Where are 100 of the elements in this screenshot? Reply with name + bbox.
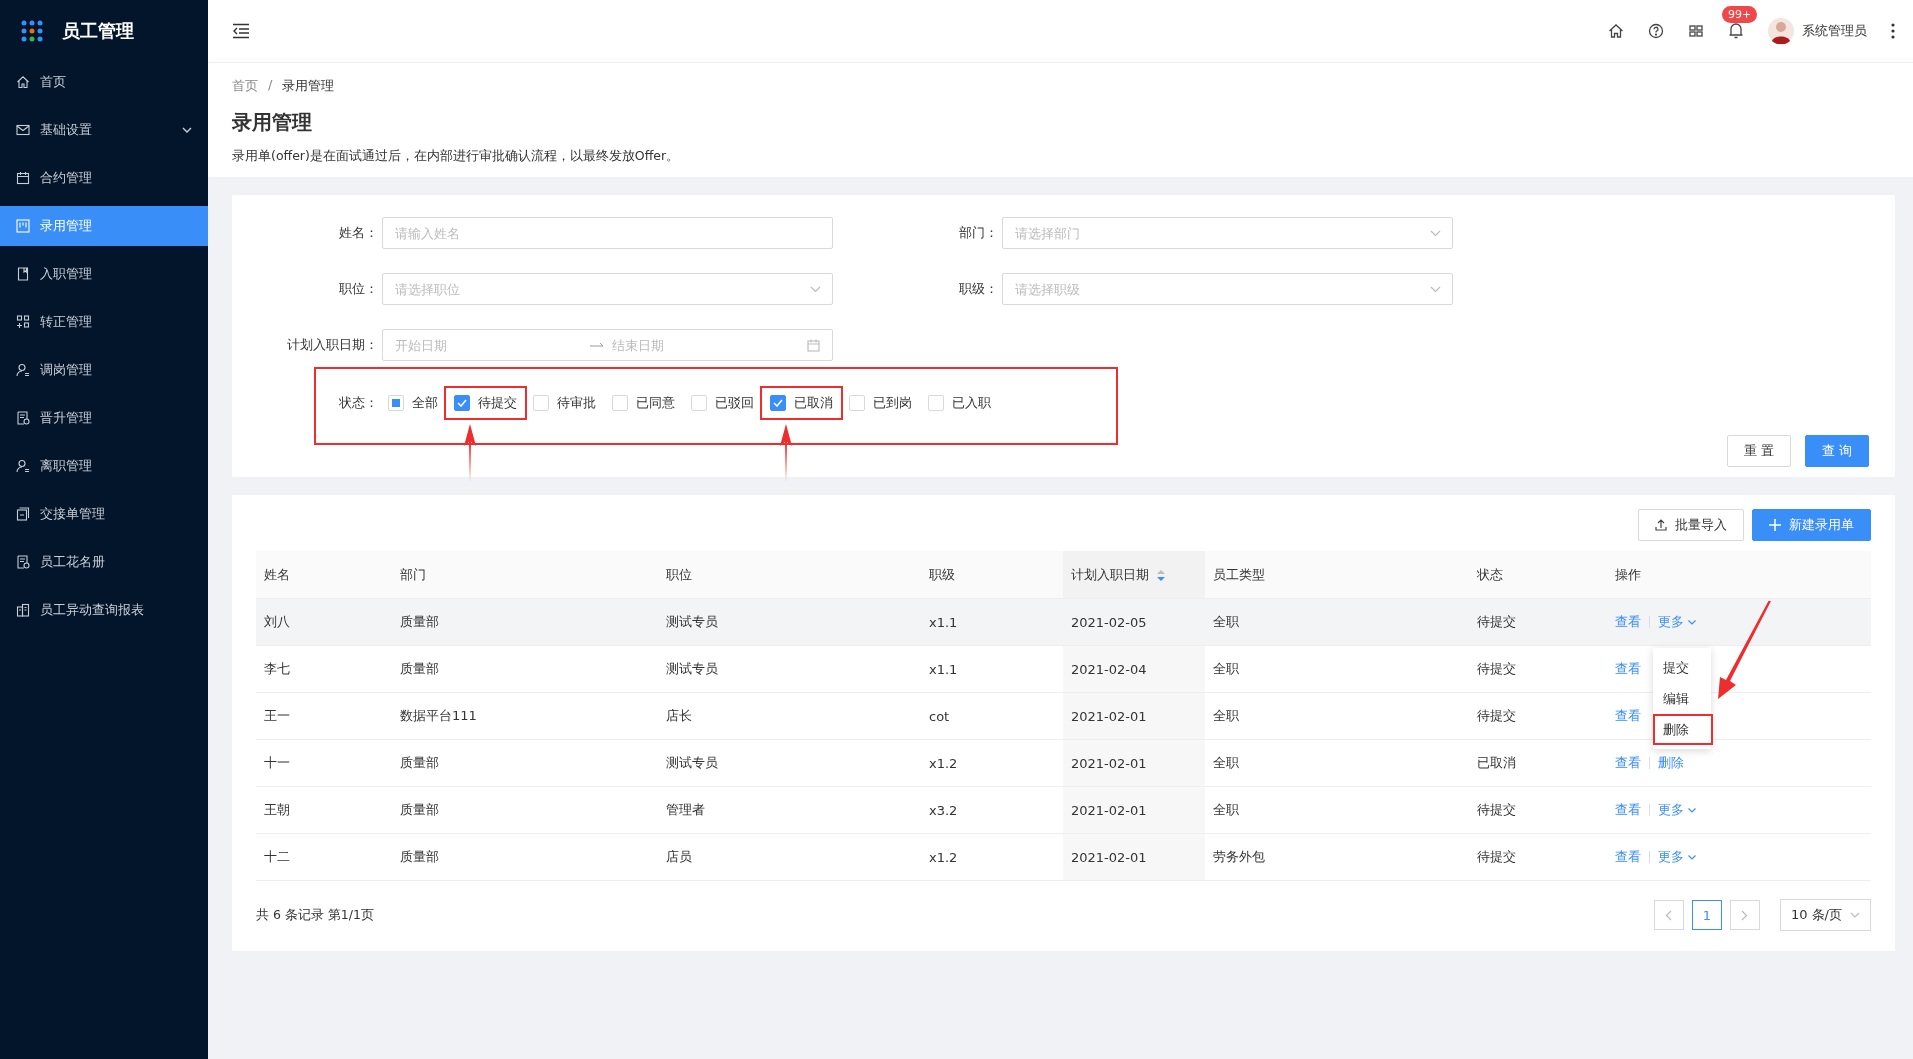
sidebar-item[interactable]: 基础设置 (0, 110, 208, 150)
table-cell: 已取消 (1469, 739, 1607, 787)
table-cell: 待提交 (1469, 786, 1607, 834)
breadcrumb-item[interactable]: 首页 (232, 77, 258, 95)
sidebar-item[interactable]: 交接单管理 (0, 494, 208, 534)
import-button[interactable]: 批量导入 (1638, 509, 1744, 541)
calendar-icon (16, 171, 30, 185)
checkbox[interactable] (770, 395, 786, 411)
bell-icon[interactable] (1728, 22, 1744, 40)
table-cell: 全职 (1205, 692, 1469, 740)
arrow-right-icon (590, 342, 604, 348)
help-icon[interactable] (1648, 23, 1664, 39)
table-cell: 十一 (256, 739, 392, 787)
sort-icon[interactable] (1157, 569, 1165, 581)
action-link[interactable]: 查看 (1615, 707, 1641, 725)
table-cell: 店员 (658, 833, 921, 881)
select-field[interactable]: 请选择部门 (1002, 217, 1453, 249)
table-cell: 店长 (658, 692, 921, 740)
checkbox[interactable] (454, 395, 470, 411)
arrow-icon (1716, 601, 1772, 701)
more-vertical-icon[interactable] (1891, 23, 1895, 39)
menu-item[interactable]: 提交 (1653, 652, 1711, 683)
chevron-down-icon (810, 286, 821, 293)
sidebar-item[interactable]: 合约管理 (0, 158, 208, 198)
table-cell: 2021-02-01 (1063, 692, 1205, 740)
doc-icon (16, 555, 30, 569)
status-checkbox[interactable]: 已取消 (760, 386, 843, 420)
action-link[interactable]: 删除 (1658, 754, 1684, 772)
action-link[interactable]: 查看 (1615, 754, 1641, 772)
table-cell: 质量部 (392, 786, 658, 834)
field-label: 计划入职日期： (286, 336, 379, 354)
upload-icon (1655, 519, 1667, 531)
doc-icon (16, 411, 30, 425)
sidebar-item[interactable]: 离职管理 (0, 446, 208, 486)
home-icon (16, 75, 30, 89)
date-range-field[interactable]: 开始日期 结束日期 (382, 329, 833, 361)
avatar-icon[interactable] (1768, 18, 1794, 44)
book-icon (16, 267, 30, 281)
action-link[interactable]: 查看 (1615, 660, 1641, 678)
sidebar-item[interactable]: 员工花名册 (0, 542, 208, 582)
copy-icon (16, 507, 30, 521)
table-cell: 王朝 (256, 786, 392, 834)
table-cell: 全职 (1205, 739, 1469, 787)
table-cell: 2021-02-01 (1063, 786, 1205, 834)
plus-icon (1769, 519, 1781, 531)
select-field[interactable]: 请选择职位 (382, 273, 833, 305)
sidebar-item[interactable]: 员工异动查询报表 (0, 590, 208, 630)
table-row[interactable]: 王朝 质量部 管理者 x3.2 2021-02-01 全职 待提交 查看 更多 (256, 786, 1871, 834)
check-icon (457, 399, 467, 407)
user-icon (16, 459, 30, 473)
action-link[interactable]: 查看 (1615, 848, 1641, 866)
column-header: 状态 (1469, 551, 1607, 599)
breadcrumb-separator: / (268, 77, 273, 94)
app-title: 员工管理 (62, 19, 134, 43)
table-row[interactable]: 十一 质量部 测试专员 x1.2 2021-02-01 全职 已取消 查看 删除 (256, 739, 1871, 787)
select-field[interactable]: 请选择职级 (1002, 273, 1453, 305)
record-summary: 共 6 条记录 第1/1页 (256, 906, 374, 924)
home-icon[interactable] (1608, 23, 1624, 39)
status-checkbox[interactable]: 待提交 (444, 386, 527, 420)
field-label: 状态： (338, 394, 379, 412)
chevron-down-icon (1688, 619, 1696, 625)
reset-button[interactable]: 重 置 (1726, 435, 1791, 467)
board-icon (16, 219, 30, 233)
table-cell: 2021-02-01 (1063, 833, 1205, 881)
apps-icon[interactable] (1688, 23, 1704, 39)
table-cell: 十二 (256, 833, 392, 881)
chevron-down-icon (1850, 912, 1860, 918)
chevron-down-icon (1688, 807, 1696, 813)
breadcrumb-item: 录用管理 (282, 77, 335, 95)
sidebar-item[interactable]: 转正管理 (0, 302, 208, 342)
sidebar-item[interactable]: 晋升管理 (0, 398, 208, 438)
chevron-left-icon (1665, 909, 1673, 921)
table-cell: 测试专员 (658, 598, 921, 646)
column-header[interactable]: 计划入职日期 (1063, 551, 1205, 599)
table-cell: 质量部 (392, 739, 658, 787)
sidebar-item[interactable]: 入职管理 (0, 254, 208, 294)
table-cell: x1.1 (921, 598, 1063, 646)
page-description: 录用单(offer)是在面试通过后，在内部进行审批确认流程，以最终发放Offer。 (232, 148, 681, 165)
menu-fold-icon[interactable] (232, 23, 250, 39)
table-row[interactable]: 十二 质量部 店员 x1.2 2021-02-01 劳务外包 待提交 查看 更多 (256, 833, 1871, 881)
user-name[interactable]: 系统管理员 (1802, 22, 1867, 40)
column-header: 部门 (392, 551, 658, 599)
action-link[interactable]: 查看 (1615, 801, 1641, 819)
field-label: 职位： (338, 280, 379, 298)
check-icon (773, 399, 783, 407)
column-header: 姓名 (256, 551, 392, 599)
chevron-down-icon (1430, 230, 1441, 237)
table-cell: 全职 (1205, 645, 1469, 693)
column-header: 操作 (1607, 551, 1871, 599)
table-cell: 管理者 (658, 786, 921, 834)
table-cell: 待提交 (1469, 692, 1607, 740)
table-cell: 2021-02-05 (1063, 598, 1205, 646)
chevron-down-icon (1688, 854, 1696, 860)
page-size-select[interactable]: 10 条/页 (1779, 899, 1871, 931)
table-cell: 质量部 (392, 645, 658, 693)
sidebar-item[interactable]: 调岗管理 (0, 350, 208, 390)
sidebar-item[interactable]: 首页 (0, 62, 208, 102)
input-field[interactable]: 请输入姓名 (382, 217, 833, 249)
table-cell: 全职 (1205, 598, 1469, 646)
table-cell: 王一 (256, 692, 392, 740)
